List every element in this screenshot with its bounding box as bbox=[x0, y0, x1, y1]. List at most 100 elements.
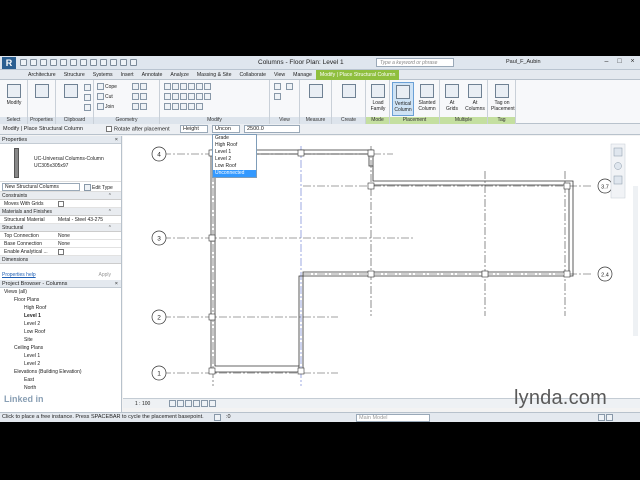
edit-type-button[interactable]: Edit Type bbox=[84, 184, 113, 191]
cope-button[interactable]: Cope bbox=[97, 83, 117, 90]
view-cube-icon[interactable] bbox=[613, 147, 623, 157]
steering-wheel-icon[interactable] bbox=[614, 162, 622, 170]
dropdown-option-level-1[interactable]: Level 1 bbox=[213, 149, 256, 156]
collapse-icon[interactable]: ⌃ bbox=[108, 208, 112, 216]
model-select[interactable]: Main Model bbox=[356, 414, 430, 422]
vertical-scrollbar[interactable] bbox=[633, 186, 638, 336]
align-icon[interactable] bbox=[164, 83, 171, 90]
drawing-area[interactable]: 4 3 2 1 3.7 2.4 bbox=[123, 136, 640, 398]
type-selector[interactable]: UC-Universal Columns-Column UC305x305x97 bbox=[0, 144, 121, 182]
dropdown-option-low-roof[interactable]: Low Roof bbox=[213, 163, 256, 170]
slanted-column-button[interactable]: Slanted Column bbox=[416, 82, 438, 116]
column[interactable] bbox=[481, 270, 489, 278]
panel-label-select[interactable]: Select bbox=[0, 117, 27, 124]
property-value[interactable]: None bbox=[58, 240, 70, 248]
tab-systems[interactable]: Systems bbox=[89, 72, 117, 78]
browser-tree-item[interactable]: Low Roof bbox=[0, 328, 121, 336]
moves-with-grids-checkbox[interactable] bbox=[58, 200, 66, 208]
properties-button[interactable] bbox=[31, 82, 53, 116]
browser-tree-item[interactable]: North bbox=[0, 384, 121, 392]
cut-clip-icon[interactable] bbox=[84, 94, 92, 101]
column[interactable] bbox=[563, 182, 571, 190]
visual-style-icon[interactable] bbox=[177, 400, 184, 407]
geometry-tool-2[interactable] bbox=[132, 93, 148, 100]
close-icon[interactable]: × bbox=[115, 136, 118, 144]
tab-modify-place-structural-column[interactable]: Modify | Place Structural Column bbox=[315, 69, 400, 80]
building-walls[interactable] bbox=[210, 149, 574, 373]
dropdown-option-grade[interactable]: Grade bbox=[213, 135, 256, 142]
section-icon[interactable] bbox=[100, 59, 107, 66]
column[interactable] bbox=[297, 367, 305, 375]
height-value-input[interactable]: 2500.0 bbox=[244, 125, 300, 133]
property-value[interactable]: Metal - Steel 43-275 bbox=[58, 216, 103, 224]
detail-level-icon[interactable] bbox=[169, 400, 176, 407]
browser-tree-item[interactable]: Elevations (Building Elevation) bbox=[0, 368, 121, 376]
browser-tree-item[interactable]: Level 1 bbox=[0, 312, 121, 320]
group-dimensions[interactable]: Dimensions bbox=[0, 256, 121, 264]
modify-button[interactable]: Modify bbox=[3, 82, 25, 116]
paste-button[interactable] bbox=[60, 82, 82, 116]
tab-annotate[interactable]: Annotate bbox=[138, 72, 167, 78]
property-value[interactable]: None bbox=[58, 232, 70, 240]
browser-tree-item[interactable]: Ceiling Plans bbox=[0, 344, 121, 352]
match-type-icon[interactable] bbox=[84, 104, 92, 111]
maximize-icon[interactable]: □ bbox=[614, 57, 625, 67]
column[interactable] bbox=[563, 270, 571, 278]
print-icon[interactable] bbox=[60, 59, 67, 66]
offset-icon[interactable] bbox=[172, 83, 179, 90]
browser-tree-item[interactable]: Floor Plans bbox=[0, 296, 121, 304]
browser-tree-item[interactable]: Level 1 bbox=[0, 352, 121, 360]
geometry-tool-3[interactable] bbox=[132, 103, 148, 110]
load-family-button[interactable]: Load Family bbox=[367, 82, 389, 116]
split-gap-icon[interactable] bbox=[204, 83, 211, 90]
override-icon[interactable] bbox=[274, 93, 282, 100]
trim-multiple-icon[interactable] bbox=[204, 93, 211, 100]
save-icon[interactable] bbox=[30, 59, 37, 66]
browser-tree-item[interactable]: Views (all) bbox=[0, 288, 121, 296]
column[interactable] bbox=[208, 313, 216, 321]
undo-icon[interactable] bbox=[40, 59, 47, 66]
browser-tree-item[interactable]: East bbox=[0, 376, 121, 384]
hide-isolate-icon[interactable] bbox=[209, 400, 216, 407]
height-depth-select[interactable]: Height bbox=[180, 125, 208, 133]
filter-icon[interactable] bbox=[598, 414, 605, 422]
user-account[interactable]: Paul_F_Aubin bbox=[506, 59, 541, 65]
scale-icon[interactable] bbox=[172, 103, 179, 110]
tab-insert[interactable]: Insert bbox=[117, 72, 138, 78]
floor-plan-drawing[interactable]: 4 3 2 1 3.7 2.4 bbox=[123, 136, 640, 398]
shadows-icon[interactable] bbox=[193, 400, 200, 407]
mirror-draw-icon[interactable] bbox=[188, 83, 195, 90]
rotate-icon[interactable] bbox=[180, 93, 187, 100]
text-icon[interactable] bbox=[80, 59, 87, 66]
delete-icon[interactable] bbox=[196, 103, 203, 110]
measure-button[interactable] bbox=[305, 82, 327, 116]
group-structural[interactable]: Structural ⌃ bbox=[0, 224, 121, 232]
tag-on-placement-button[interactable]: Tag on Placement bbox=[491, 82, 515, 116]
enable-analytical-checkbox[interactable] bbox=[58, 248, 66, 256]
switch-windows-icon[interactable] bbox=[130, 59, 137, 66]
thin-lines-icon[interactable] bbox=[110, 59, 117, 66]
split-icon[interactable] bbox=[196, 83, 203, 90]
create-group-button[interactable] bbox=[338, 82, 360, 116]
move-icon[interactable] bbox=[164, 93, 171, 100]
browser-tree-item[interactable]: Level 2 bbox=[0, 360, 121, 368]
crop-view-icon[interactable] bbox=[201, 400, 208, 407]
tab-manage[interactable]: Manage bbox=[289, 72, 316, 78]
column[interactable] bbox=[367, 182, 375, 190]
search-input[interactable]: Type a keyword or phrase bbox=[376, 58, 454, 67]
apply-button[interactable]: Apply bbox=[98, 272, 111, 278]
tab-massing-site[interactable]: Massing & Site bbox=[193, 72, 236, 78]
tab-analyze[interactable]: Analyze bbox=[166, 72, 192, 78]
tab-architecture[interactable]: Architecture bbox=[24, 72, 60, 78]
tab-collaborate[interactable]: Collaborate bbox=[235, 72, 270, 78]
application-menu-button[interactable]: R bbox=[2, 57, 16, 69]
select-links-icon[interactable] bbox=[606, 414, 613, 422]
column[interactable] bbox=[367, 149, 375, 157]
unpin-icon[interactable] bbox=[188, 103, 195, 110]
open-icon[interactable] bbox=[20, 59, 27, 66]
hide-icon[interactable] bbox=[274, 83, 282, 90]
trim-icon[interactable] bbox=[188, 93, 195, 100]
dropdown-option-level-2[interactable]: Level 2 bbox=[213, 156, 256, 163]
vertical-column-button[interactable]: Vertical Column bbox=[392, 82, 414, 116]
column[interactable] bbox=[208, 234, 216, 242]
